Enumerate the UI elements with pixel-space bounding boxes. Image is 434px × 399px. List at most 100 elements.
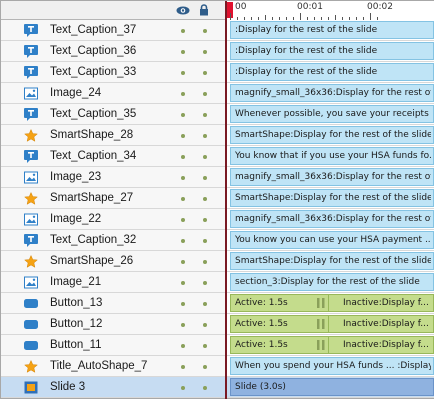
star-icon — [24, 191, 38, 205]
lock-toggle[interactable] — [203, 218, 207, 222]
timeline-row[interactable]: Text_Caption_35 Whenever possible, you sa… — [1, 104, 434, 125]
row-name: Title_AutoShape_7 — [50, 360, 148, 372]
row-name: Image_22 — [50, 213, 102, 225]
timeline-row[interactable]: Slide 3 Slide (3.0s) — [1, 377, 434, 398]
visibility-toggle[interactable] — [181, 218, 185, 222]
timeline-row[interactable]: Image_22 magnify_small_36x36:Display for … — [1, 209, 434, 230]
timeline-track: Active: 1.5s Inactive:Display f... — [225, 314, 434, 334]
timeline-row[interactable]: SmartShape_26 SmartShape:Display for the … — [1, 251, 434, 272]
lock-toggle[interactable] — [203, 302, 207, 306]
visibility-toggle[interactable] — [181, 281, 185, 285]
timeline-row[interactable]: Button_13 Active: 1.5s Inactive:Display f.… — [1, 293, 434, 314]
lock-toggle[interactable] — [203, 134, 207, 138]
timeline-row[interactable]: Text_Caption_33:Display for the rest of … — [1, 62, 434, 83]
button-timing-bar[interactable]: Active: 1.5s Inactive:Display f... — [230, 315, 434, 333]
timing-bar[interactable]: SmartShape:Display for the rest of the s… — [230, 126, 434, 144]
timeline-track: Slide (3.0s) — [225, 377, 434, 397]
timeline-row[interactable]: Title_AutoShape_7 When you spend your HSA… — [1, 356, 434, 377]
active-segment[interactable]: Active: 1.5s — [231, 295, 329, 311]
timeline-row[interactable]: Button_12 Active: 1.5s Inactive:Display f.… — [1, 314, 434, 335]
timeline-row[interactable]: Text_Caption_37:Display for the rest of … — [1, 20, 434, 41]
bar-label: magnify_small_36x36:Display for the rest… — [235, 88, 431, 98]
timeline-row[interactable]: Text_Caption_32 You know you can use your… — [1, 230, 434, 251]
lock-toggle[interactable] — [203, 386, 207, 390]
lock-toggle[interactable] — [203, 113, 207, 117]
timing-bar[interactable]: section_3:Display for the rest of the sl… — [230, 273, 434, 291]
bar-label: You know you can use your HSA payment ..… — [235, 235, 431, 245]
timing-bar[interactable]: :Display for the rest of the slide — [230, 42, 434, 60]
visibility-toggle[interactable] — [181, 113, 185, 117]
visibility-toggle[interactable] — [181, 50, 185, 54]
active-segment[interactable]: Active: 1.5s — [231, 316, 329, 332]
star-icon — [24, 254, 38, 268]
lock-icon[interactable] — [199, 4, 209, 16]
button-icon — [24, 339, 38, 352]
playhead-line — [225, 1, 227, 399]
bar-label: Whenever possible, you save your receipt… — [235, 109, 431, 119]
lock-toggle[interactable] — [203, 176, 207, 180]
pause-icon — [317, 319, 325, 329]
lock-toggle[interactable] — [203, 71, 207, 75]
visibility-toggle[interactable] — [181, 29, 185, 33]
lock-toggle[interactable] — [203, 344, 207, 348]
ruler-tick — [300, 13, 301, 20]
visibility-toggle[interactable] — [181, 302, 185, 306]
timeline-row[interactable]: SmartShape_28 SmartShape:Display for the … — [1, 125, 434, 146]
timing-bar[interactable]: Slide (3.0s) — [230, 378, 434, 396]
lock-toggle[interactable] — [203, 323, 207, 327]
visibility-toggle[interactable] — [181, 365, 185, 369]
lock-toggle[interactable] — [203, 50, 207, 54]
timeline-row[interactable]: Image_24 magnify_small_36x36:Display for … — [1, 83, 434, 104]
timeline-row[interactable]: Image_21 section_3:Display for the rest o… — [1, 272, 434, 293]
timing-bar[interactable]: :Display for the rest of the slide — [230, 63, 434, 81]
timeline-track: magnify_small_36x36:Display for the rest… — [225, 83, 434, 103]
visibility-toggle[interactable] — [181, 239, 185, 243]
time-ruler[interactable]: 00 00:01 00:02 — [225, 1, 434, 20]
timing-bar[interactable]: SmartShape:Display for the rest of the s… — [230, 252, 434, 270]
visibility-toggle[interactable] — [181, 323, 185, 327]
lock-toggle[interactable] — [203, 197, 207, 201]
active-segment[interactable]: Active: 1.5s — [231, 337, 329, 353]
timeline-track: Active: 1.5s Inactive:Display f... — [225, 335, 434, 355]
lock-toggle[interactable] — [203, 29, 207, 33]
lock-toggle[interactable] — [203, 239, 207, 243]
lock-toggle[interactable] — [203, 260, 207, 264]
timing-bar[interactable]: :Display for the rest of the slide — [230, 21, 434, 39]
timing-bar[interactable]: You know that if you use your HSA funds … — [230, 147, 434, 165]
visibility-toggle[interactable] — [181, 386, 185, 390]
text-caption-icon — [24, 150, 38, 163]
timing-bar[interactable]: Whenever possible, you save your receipt… — [230, 105, 434, 123]
timeline-row[interactable]: Text_Caption_36:Display for the rest of … — [1, 41, 434, 62]
lock-toggle[interactable] — [203, 365, 207, 369]
button-timing-bar[interactable]: Active: 1.5s Inactive:Display f... — [230, 336, 434, 354]
visibility-toggle[interactable] — [181, 92, 185, 96]
visibility-toggle[interactable] — [181, 71, 185, 75]
button-timing-bar[interactable]: Active: 1.5s Inactive:Display f... — [230, 294, 434, 312]
visibility-toggle[interactable] — [181, 155, 185, 159]
timing-bar[interactable]: When you spend your HSA funds ... :Displ… — [230, 357, 434, 375]
timing-bar[interactable]: magnify_small_36x36:Display for the rest… — [230, 210, 434, 228]
text-caption-icon — [24, 45, 38, 58]
timing-bar[interactable]: magnify_small_36x36:Display for the rest… — [230, 168, 434, 186]
visibility-toggle[interactable] — [181, 197, 185, 201]
lock-toggle[interactable] — [203, 155, 207, 159]
timeline-row[interactable]: Button_11 Active: 1.5s Inactive:Display f.… — [1, 335, 434, 356]
row-name: Image_21 — [50, 276, 102, 288]
lock-toggle[interactable] — [203, 92, 207, 96]
eye-icon[interactable] — [176, 6, 190, 15]
visibility-toggle[interactable] — [181, 260, 185, 264]
lock-toggle[interactable] — [203, 281, 207, 285]
timeline-row[interactable]: Image_23 magnify_small_36x36:Display for … — [1, 167, 434, 188]
timing-bar[interactable]: magnify_small_36x36:Display for the rest… — [230, 84, 434, 102]
image-icon — [24, 213, 38, 226]
visibility-toggle[interactable] — [181, 176, 185, 180]
visibility-toggle[interactable] — [181, 134, 185, 138]
timeline-row[interactable]: Text_Caption_34 You know that if you use … — [1, 146, 434, 167]
visibility-toggle[interactable] — [181, 344, 185, 348]
timeline-row[interactable]: SmartShape_27 SmartShape:Display for the … — [1, 188, 434, 209]
timing-bar[interactable]: SmartShape:Display for the rest of the s… — [230, 189, 434, 207]
bar-label: :Display for the rest of the slide — [235, 25, 378, 35]
button-icon — [24, 318, 38, 331]
text-caption-icon — [24, 108, 38, 121]
timing-bar[interactable]: You know you can use your HSA payment ..… — [230, 231, 434, 249]
